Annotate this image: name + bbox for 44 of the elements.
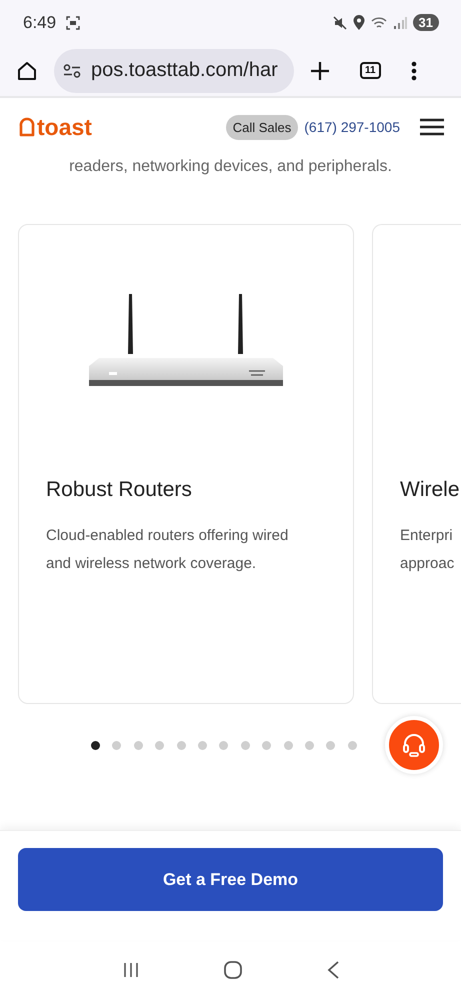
carousel-dot[interactable] [198, 741, 207, 750]
mute-icon [332, 16, 347, 30]
more-menu-icon[interactable] [410, 60, 417, 80]
address-bar[interactable]: pos.toasttab.com/har [54, 48, 294, 92]
card-title: Robust Routers [46, 478, 193, 502]
new-tab-icon[interactable] [310, 60, 330, 80]
screenshot-icon [66, 16, 80, 30]
logo-text[interactable]: toast [37, 114, 92, 140]
headset-icon [401, 732, 427, 758]
home-button-icon[interactable] [222, 960, 242, 980]
card-title: Wirele [400, 478, 460, 502]
back-icon[interactable] [326, 960, 340, 980]
card-description-line: and wireless network coverage. [46, 554, 258, 574]
home-icon[interactable] [16, 60, 38, 82]
carousel-dot[interactable] [348, 741, 357, 750]
carousel-dot[interactable] [219, 741, 228, 750]
battery-indicator: 31 [412, 14, 439, 31]
intro-text: readers, networking devices, and peripherals. [68, 158, 393, 176]
card-description-line: approac [400, 554, 454, 574]
site-settings-icon[interactable] [63, 64, 81, 78]
status-time: 6:49 [23, 12, 56, 32]
card-description-line: Cloud-enabled routers offering wired [46, 526, 290, 546]
phone-link[interactable]: (617) 297-1005 [304, 119, 400, 135]
carousel-dot[interactable] [91, 741, 100, 750]
carousel-dot[interactable] [134, 741, 143, 750]
free-demo-button[interactable]: Get a Free Demo [18, 848, 443, 911]
card-description-line: Enterpri [400, 526, 454, 546]
tab-count-button[interactable]: 11 [360, 62, 381, 79]
location-icon [352, 15, 365, 30]
signal-icon [392, 16, 407, 28]
carousel-dot[interactable] [262, 741, 272, 750]
carousel-dot[interactable] [155, 741, 164, 750]
carousel-dot[interactable] [240, 741, 250, 750]
carousel-dot[interactable] [112, 741, 122, 750]
carousel-dot[interactable] [176, 741, 186, 750]
wifi-icon [370, 16, 387, 30]
menu-icon[interactable] [420, 118, 444, 136]
carousel-dot[interactable] [284, 741, 293, 750]
recent-apps-icon[interactable] [122, 961, 140, 979]
call-sales-button[interactable]: Call Sales [226, 114, 298, 140]
url-text: pos.toasttab.com/har [91, 59, 278, 82]
carousel-dot[interactable] [304, 741, 314, 750]
toast-logo-icon[interactable] [18, 117, 36, 137]
carousel-dot[interactable] [326, 741, 336, 750]
